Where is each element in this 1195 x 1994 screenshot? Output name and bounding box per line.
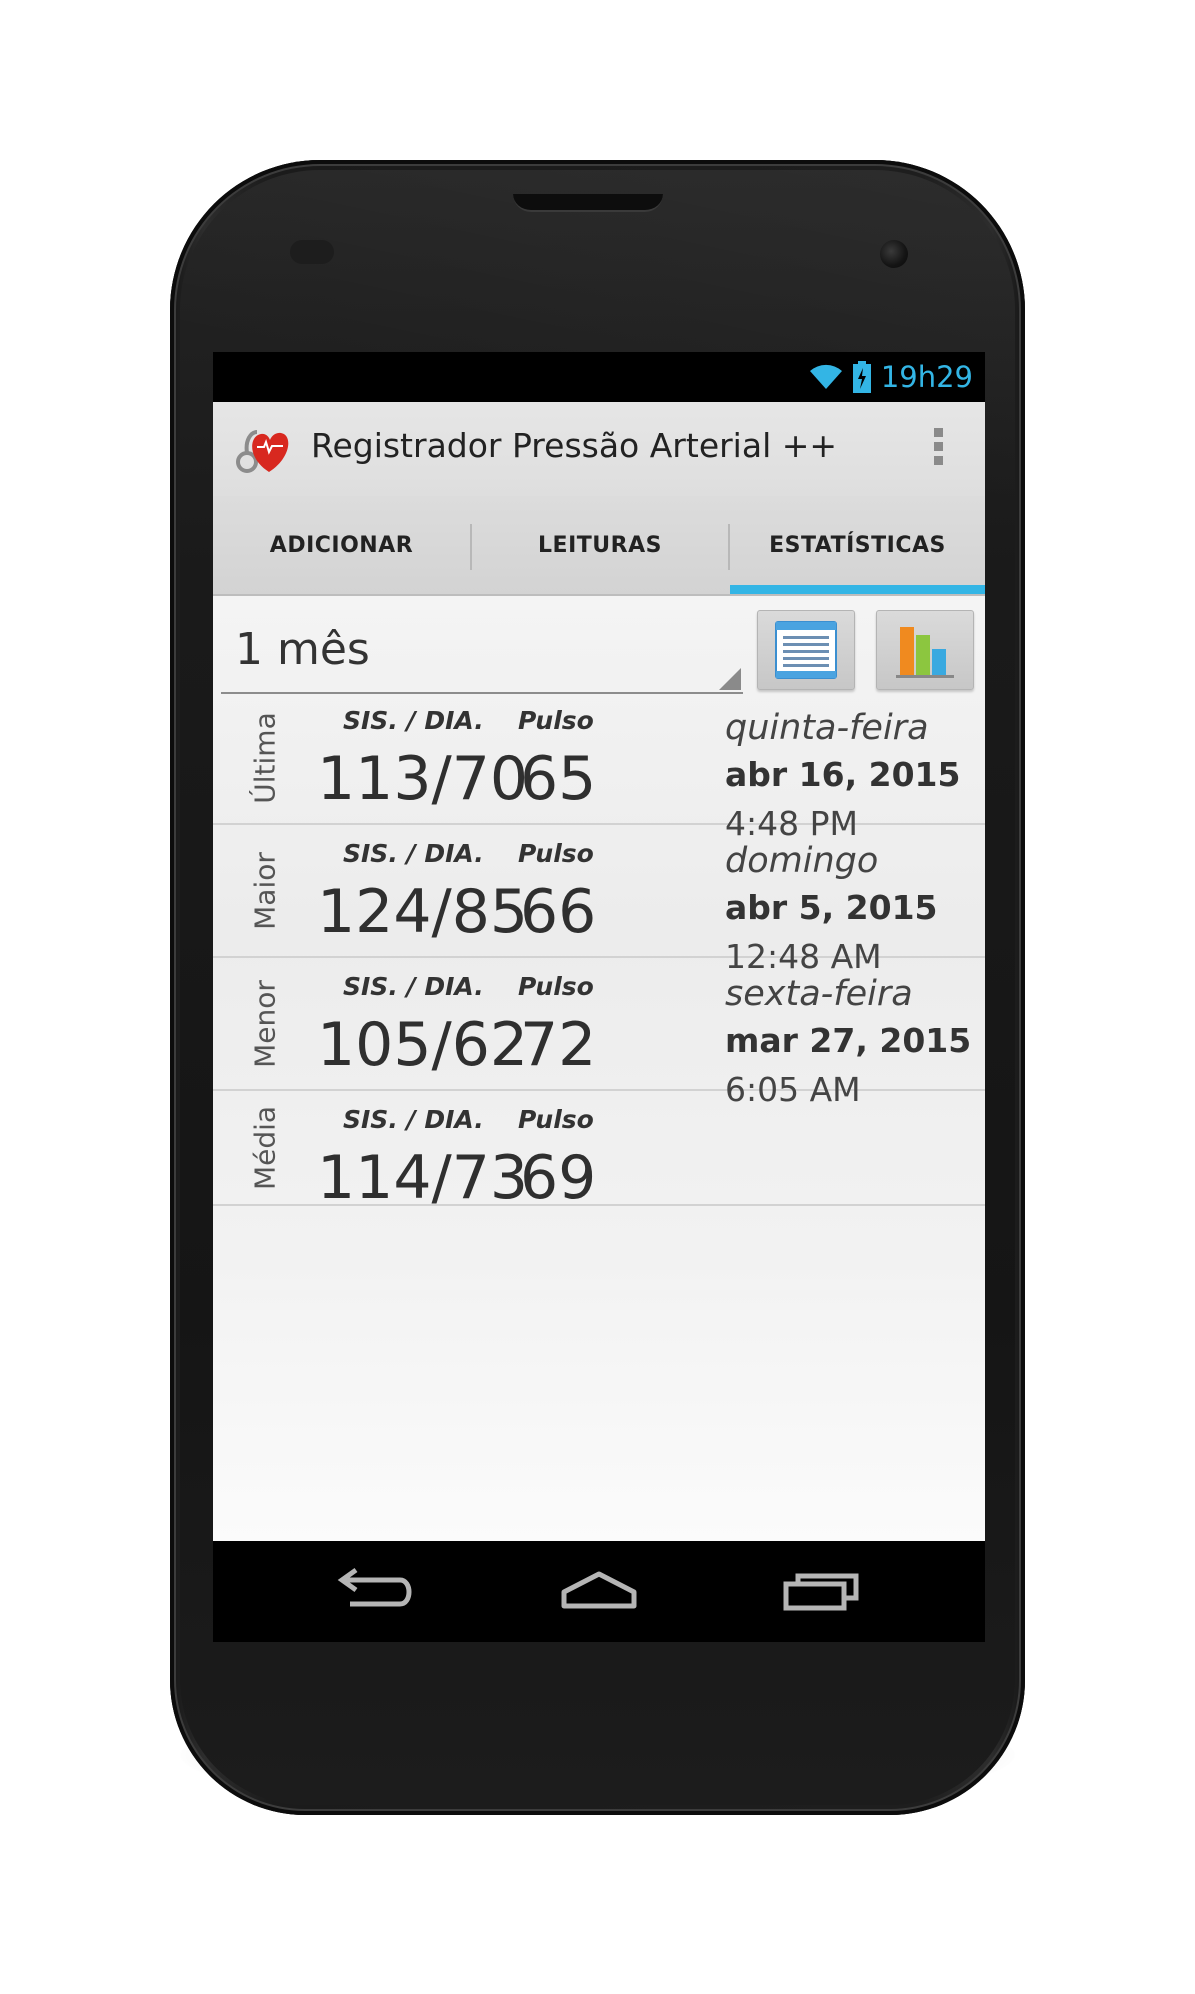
overflow-menu-icon[interactable] [931,428,945,472]
stat-row-menor: Menor SIS. / DIA. Pulso 105/62 72 sexta-… [213,958,985,1109]
pulse-header: Pulso [518,706,594,735]
wifi-icon [809,364,842,389]
pulse-value: 72 [520,1010,597,1080]
heart-stethoscope-icon [236,430,289,473]
tab-selected-indicator [730,585,985,594]
back-icon[interactable] [328,1566,418,1616]
tab-bar: ADICIONAR LEITURAS ESTATÍSTICAS [213,496,985,596]
phone-screen: 19h29 Registrador Pressão Arterial ++ AD… [213,352,985,1642]
pressure-header: SIS. / DIA. [343,839,484,868]
row-label: Média [248,1105,282,1190]
bar-chart-icon [896,627,954,678]
pressure-value: 114/73 [317,1143,529,1213]
proximity-sensor [290,240,334,264]
status-time: 19h29 [880,360,973,394]
row-label: Menor [248,979,282,1068]
stat-row-ultima: Última SIS. / DIA. Pulso 113/70 65 quint… [213,692,985,843]
pressure-value: 105/62 [317,1010,529,1080]
reading-weekday: sexta-feira [725,974,913,1014]
recent-apps-icon[interactable] [776,1566,866,1616]
list-view-button[interactable] [757,610,855,690]
home-icon[interactable] [554,1566,644,1616]
pulse-header: Pulso [518,839,594,868]
pulse-value: 69 [520,1143,597,1213]
action-bar: Registrador Pressão Arterial ++ [213,402,985,496]
status-bar: 19h29 [213,352,985,402]
app-title: Registrador Pressão Arterial ++ [311,426,838,465]
tab-leituras[interactable]: LEITURAS [472,496,728,594]
pulse-header: Pulso [518,972,594,1001]
earpiece-speaker [513,194,663,212]
list-view-icon [775,621,837,679]
pressure-value: 113/70 [317,744,529,814]
pulse-header: Pulso [518,1105,594,1134]
chart-view-button[interactable] [876,610,974,690]
reading-date: abr 16, 2015 [725,755,961,794]
period-selected-value: 1 mês [235,624,370,675]
tab-adicionar[interactable]: ADICIONAR [213,496,470,594]
stat-row-maior: Maior SIS. / DIA. Pulso 124/85 66 doming… [213,825,985,976]
reading-date: abr 5, 2015 [725,888,938,927]
spinner-arrow-icon [719,668,741,690]
navigation-bar [213,1541,985,1642]
status-icons: 19h29 [809,358,973,396]
battery-charging-icon [852,361,871,393]
pulse-value: 66 [520,877,597,947]
reading-date: mar 27, 2015 [725,1021,972,1060]
tab-estatisticas[interactable]: ESTATÍSTICAS [730,496,985,594]
stat-row-media: Média SIS. / DIA. Pulso 114/73 69 [213,1091,985,1213]
reading-weekday: domingo [725,841,879,881]
row-label: Última [248,711,282,804]
pressure-header: SIS. / DIA. [343,706,484,735]
pressure-header: SIS. / DIA. [343,972,484,1001]
period-spinner[interactable]: 1 mês [221,604,743,694]
statistics-panel: 1 mês Última SIS. / DIA. Pulso 113/70 65… [213,596,985,1541]
front-camera [880,240,908,268]
reading-weekday: quinta-feira [725,708,929,748]
pressure-value: 124/85 [317,877,529,947]
pulse-value: 65 [520,744,597,814]
pressure-header: SIS. / DIA. [343,1105,484,1134]
row-label: Maior [248,851,282,930]
